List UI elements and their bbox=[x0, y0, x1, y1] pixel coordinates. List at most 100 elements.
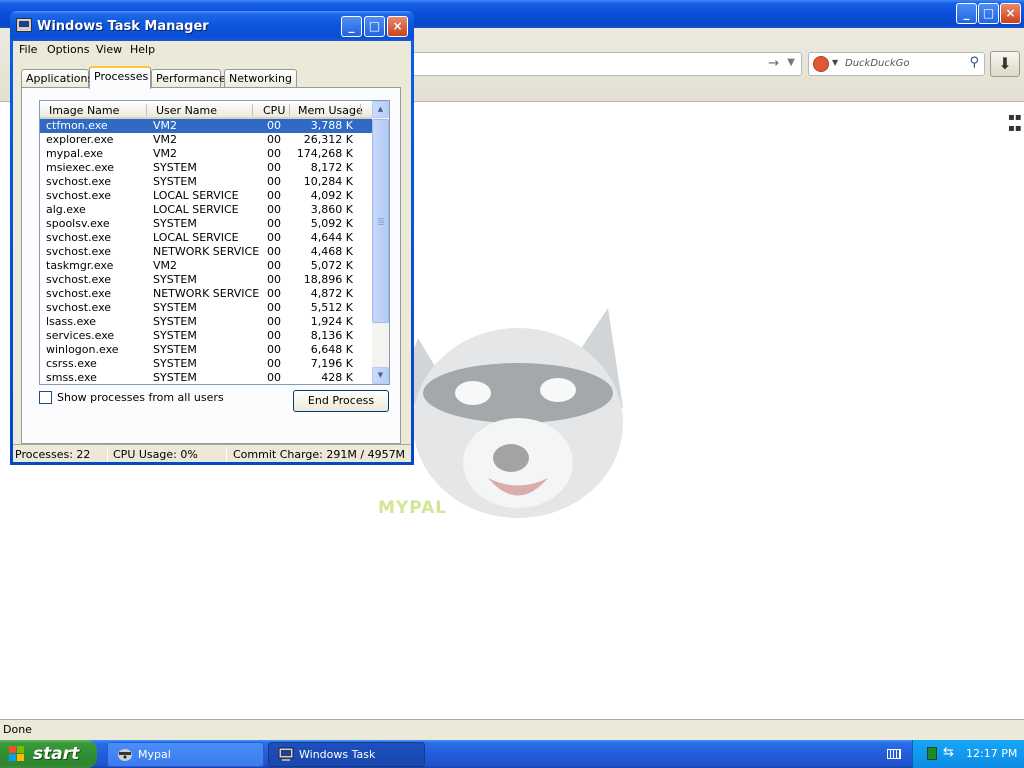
minimize-button[interactable]: _ bbox=[341, 16, 362, 37]
menu-grid-icon[interactable]: ▪▪ ▪▪ bbox=[1008, 112, 1022, 134]
user-name-cell: SYSTEM bbox=[153, 273, 197, 286]
processes-panel: Image Name User Name CPU Mem Usage ctfmo… bbox=[21, 87, 401, 444]
taskbar-item-task-manager[interactable]: Windows Task Manager bbox=[268, 742, 425, 767]
menu-help[interactable]: Help bbox=[130, 43, 155, 56]
cpu-cell: 00 bbox=[267, 189, 281, 202]
cpu-cell: 00 bbox=[267, 287, 281, 300]
image-name-cell: msiexec.exe bbox=[46, 161, 115, 174]
column-header-cpu[interactable]: CPU bbox=[263, 104, 285, 117]
task-manager-titlebar[interactable]: Windows Task Manager _ □ × bbox=[10, 11, 414, 41]
tab-strip: Applications Processes Performance Netwo… bbox=[21, 66, 401, 89]
show-all-processes-label[interactable]: Show processes from all users bbox=[57, 391, 224, 404]
menu-file[interactable]: File bbox=[19, 43, 37, 56]
table-row[interactable]: lsass.exe SYSTEM 00 1,924 K bbox=[40, 315, 373, 329]
table-row[interactable]: svchost.exe SYSTEM 00 10,284 K bbox=[40, 175, 373, 189]
column-divider[interactable] bbox=[360, 104, 361, 116]
maximize-button[interactable]: □ bbox=[364, 16, 385, 37]
image-name-cell: svchost.exe bbox=[46, 287, 112, 300]
search-engine-dropdown-icon[interactable]: ▼ bbox=[832, 58, 838, 67]
tab-networking[interactable]: Networking bbox=[224, 69, 297, 88]
user-name-cell: SYSTEM bbox=[153, 357, 197, 370]
table-row[interactable]: svchost.exe LOCAL SERVICE 00 4,092 K bbox=[40, 189, 373, 203]
image-name-cell: csrss.exe bbox=[46, 357, 97, 370]
task-manager-tray-icon[interactable] bbox=[927, 747, 937, 760]
status-divider bbox=[226, 447, 227, 462]
table-row[interactable]: services.exe SYSTEM 00 8,136 K bbox=[40, 329, 373, 343]
user-name-cell: VM2 bbox=[153, 119, 178, 132]
table-row[interactable]: smss.exe SYSTEM 00 428 K bbox=[40, 371, 373, 384]
search-icon[interactable]: ⚲ bbox=[969, 55, 979, 70]
mem-usage-cell: 7,196 K bbox=[310, 357, 353, 370]
task-manager-window: Windows Task Manager _ □ × File Options … bbox=[10, 11, 414, 465]
start-button[interactable]: start bbox=[0, 740, 97, 768]
browser-status-text: Done bbox=[3, 723, 32, 736]
table-row[interactable]: alg.exe LOCAL SERVICE 00 3,860 K bbox=[40, 203, 373, 217]
table-row[interactable]: svchost.exe NETWORK SERVICE 00 4,872 K bbox=[40, 287, 373, 301]
table-row[interactable]: winlogon.exe SYSTEM 00 6,648 K bbox=[40, 343, 373, 357]
menu-view[interactable]: View bbox=[96, 43, 122, 56]
url-bar[interactable]: → ▼ bbox=[400, 52, 802, 76]
browser-close-button[interactable]: × bbox=[1000, 3, 1021, 24]
tab-applications[interactable]: Applications bbox=[21, 69, 93, 88]
column-divider[interactable] bbox=[289, 104, 290, 116]
tab-processes[interactable]: Processes bbox=[89, 66, 151, 89]
end-process-button[interactable]: End Process bbox=[293, 390, 389, 412]
user-name-cell: SYSTEM bbox=[153, 161, 197, 174]
image-name-cell: taskmgr.exe bbox=[46, 259, 114, 272]
go-arrow-icon[interactable]: → bbox=[768, 56, 779, 71]
table-row[interactable]: spoolsv.exe SYSTEM 00 5,092 K bbox=[40, 217, 373, 231]
tab-performance[interactable]: Performance bbox=[151, 69, 226, 88]
url-dropdown-icon[interactable]: ▼ bbox=[787, 57, 795, 68]
image-name-cell: svchost.exe bbox=[46, 301, 112, 314]
table-row[interactable]: ctfmon.exe VM2 00 3,788 K bbox=[40, 119, 373, 133]
mem-usage-cell: 4,468 K bbox=[310, 245, 353, 258]
process-list-scrollbar[interactable]: ▲ ▼ bbox=[372, 101, 389, 384]
mem-usage-cell: 428 K bbox=[321, 371, 353, 384]
browser-minimize-button[interactable]: _ bbox=[956, 3, 977, 24]
image-name-cell: winlogon.exe bbox=[46, 343, 119, 356]
scroll-up-button[interactable]: ▲ bbox=[372, 101, 389, 118]
cpu-cell: 00 bbox=[267, 147, 281, 160]
table-row[interactable]: msiexec.exe SYSTEM 00 8,172 K bbox=[40, 161, 373, 175]
cpu-cell: 00 bbox=[267, 119, 281, 132]
scroll-thumb[interactable] bbox=[372, 119, 389, 323]
cpu-cell: 00 bbox=[267, 315, 281, 328]
mem-usage-cell: 5,072 K bbox=[310, 259, 353, 272]
network-icon[interactable]: ⇆ bbox=[943, 745, 954, 760]
browser-maximize-button[interactable]: □ bbox=[978, 3, 999, 24]
image-name-cell: smss.exe bbox=[46, 371, 97, 384]
duckduckgo-icon[interactable] bbox=[813, 56, 829, 72]
image-name-cell: lsass.exe bbox=[46, 315, 96, 328]
taskbar: start Mypal Windows Task Manager ⇆ 12:17… bbox=[0, 740, 1024, 768]
user-name-cell: SYSTEM bbox=[153, 329, 197, 342]
taskbar-item-mypal[interactable]: Mypal bbox=[107, 742, 264, 767]
column-header-mem-usage[interactable]: Mem Usage bbox=[298, 104, 363, 117]
taskbar-item-label: Mypal bbox=[138, 748, 171, 761]
cpu-cell: 00 bbox=[267, 203, 281, 216]
mypal-watermark: MYPAL bbox=[378, 498, 448, 518]
process-list[interactable]: Image Name User Name CPU Mem Usage ctfmo… bbox=[39, 100, 390, 385]
table-row[interactable]: taskmgr.exe VM2 00 5,072 K bbox=[40, 259, 373, 273]
show-all-processes-checkbox[interactable] bbox=[39, 391, 52, 404]
column-divider[interactable] bbox=[252, 104, 253, 116]
column-divider[interactable] bbox=[146, 104, 147, 116]
menu-options[interactable]: Options bbox=[47, 43, 89, 56]
mem-usage-cell: 26,312 K bbox=[303, 133, 353, 146]
close-button[interactable]: × bbox=[387, 16, 408, 37]
cpu-cell: 00 bbox=[267, 231, 281, 244]
table-row[interactable]: explorer.exe VM2 00 26,312 K bbox=[40, 133, 373, 147]
download-button[interactable]: ⬇ bbox=[990, 51, 1020, 77]
table-row[interactable]: svchost.exe LOCAL SERVICE 00 4,644 K bbox=[40, 231, 373, 245]
table-row[interactable]: mypal.exe VM2 00 174,268 K bbox=[40, 147, 373, 161]
table-row[interactable]: svchost.exe SYSTEM 00 18,896 K bbox=[40, 273, 373, 287]
search-box[interactable]: ▼ DuckDuckGo ⚲ bbox=[808, 52, 985, 76]
clock[interactable]: 12:17 PM bbox=[966, 747, 1017, 760]
scroll-down-button[interactable]: ▼ bbox=[372, 367, 389, 384]
table-row[interactable]: svchost.exe SYSTEM 00 5,512 K bbox=[40, 301, 373, 315]
mem-usage-cell: 5,512 K bbox=[310, 301, 353, 314]
table-row[interactable]: csrss.exe SYSTEM 00 7,196 K bbox=[40, 357, 373, 371]
table-row[interactable]: svchost.exe NETWORK SERVICE 00 4,468 K bbox=[40, 245, 373, 259]
column-header-image-name[interactable]: Image Name bbox=[49, 104, 119, 117]
keyboard-icon[interactable] bbox=[887, 749, 901, 759]
column-header-user-name[interactable]: User Name bbox=[156, 104, 217, 117]
